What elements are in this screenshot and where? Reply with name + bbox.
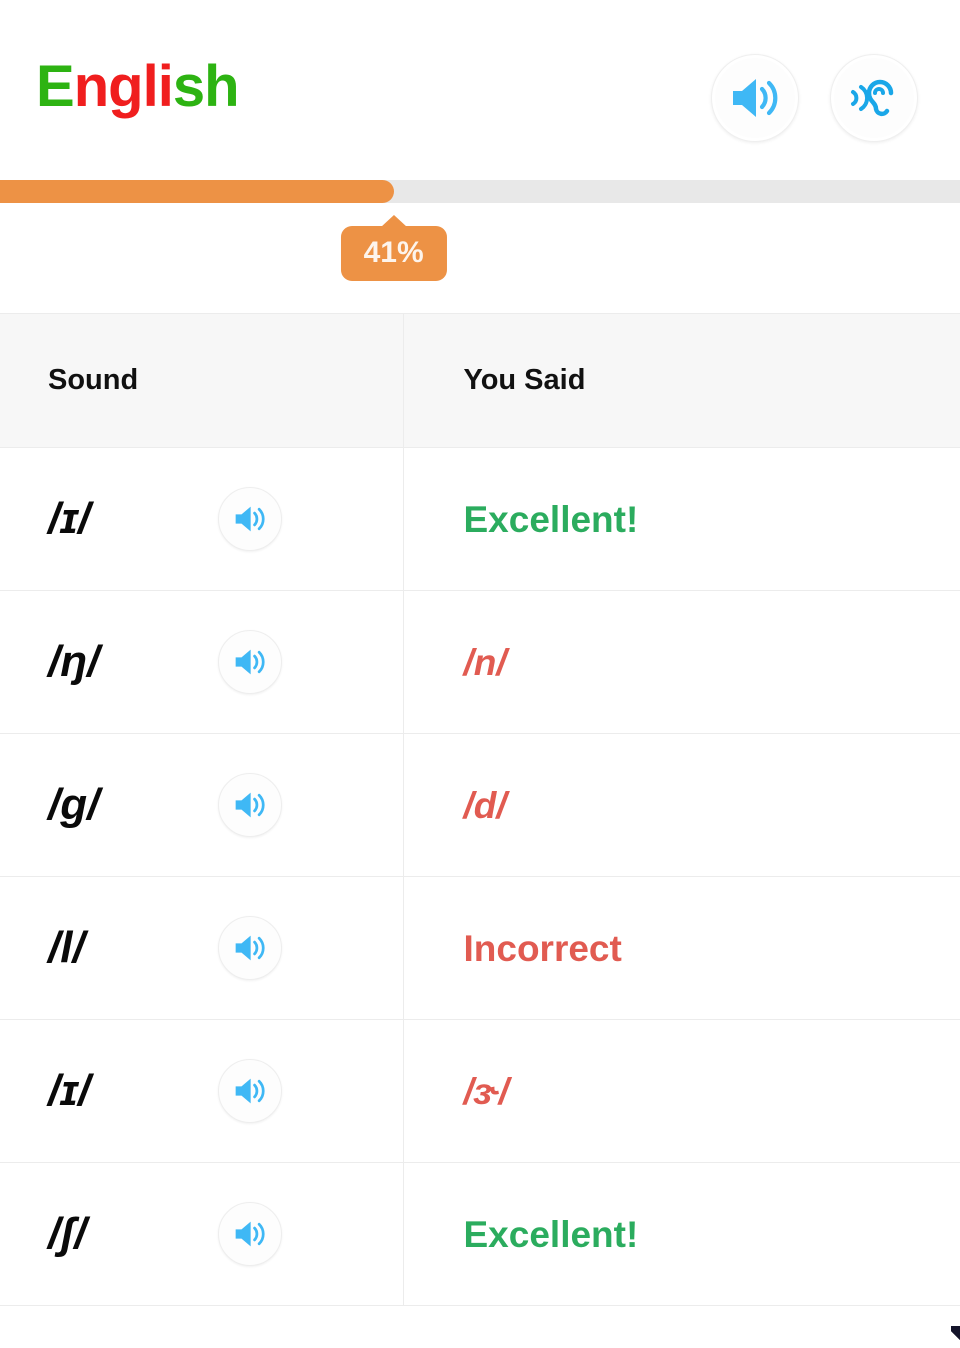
speaker-icon [233,504,267,534]
table-body: /ɪ/Excellent! /ŋ/ /n/ /g/ /d/ /l/Incorrect/ɪ/… [0,447,960,1306]
title-letter-6: h [204,54,239,119]
table-row: /ɪ/Excellent! [0,447,960,591]
title-letter-0: E [36,54,75,119]
cell-you-said: /d/ [403,733,960,877]
results-table: Sound You Said /ɪ/Excellent! /ŋ/ /n/ /g/ /d/… [0,313,960,1306]
cell-you-said: Excellent! [403,447,960,591]
you-said-result: Excellent! [463,498,639,540]
cell-sound: /ʃ/ [0,1162,404,1306]
speaker-icon [233,933,267,963]
sound-cell-inner: /ŋ/ [48,630,403,694]
sound-cell-inner: /l/ [48,916,403,980]
title-letter-5: s [172,54,205,119]
you-said-result: /ɝ/ [463,1070,509,1112]
cell-you-said: /n/ [403,590,960,734]
listen-button[interactable] [830,54,918,142]
cell-you-said: Excellent! [403,1162,960,1306]
progress-percent-badge: 41% [340,226,447,281]
sound-cell-inner: /g/ [48,773,403,837]
title-letter-3: l [142,54,159,119]
progress-track[interactable] [0,180,960,203]
cell-you-said: Incorrect [403,876,960,1020]
you-said-result: /d/ [463,784,507,826]
cell-sound: /g/ [0,733,404,877]
cell-you-said: /ɝ/ [403,1019,960,1163]
phoneme-label: /ɪ/ [48,494,91,543]
column-header-you-said: You Said [403,313,960,448]
play-sound-button[interactable] [218,630,282,694]
app-header: English [0,0,960,178]
cell-sound: /ɪ/ [0,447,404,591]
page-title: English [36,58,240,116]
title-letter-2: g [108,54,143,119]
speaker-icon [729,75,781,121]
cell-sound: /ŋ/ [0,590,404,734]
speaker-icon [233,647,267,677]
title-letter-4: i [157,54,174,119]
table-row: /ŋ/ /n/ [0,590,960,734]
play-sound-button[interactable] [218,916,282,980]
header-actions [711,54,918,142]
table-row: /g/ /d/ [0,733,960,877]
sound-cell-inner: /ɪ/ [48,487,403,551]
cell-sound: /ɪ/ [0,1019,404,1163]
sound-cell-inner: /ʃ/ [48,1202,403,1266]
speaker-icon [233,1219,267,1249]
you-said-result: Excellent! [463,1213,639,1255]
ear-listen-icon [847,75,901,121]
corner-artifact [951,1326,960,1348]
play-sound-button[interactable] [218,773,282,837]
progress-fill [0,180,394,203]
phoneme-label: /ŋ/ [48,637,100,686]
progress-section: 41% [0,178,960,313]
cell-sound: /l/ [0,876,404,1020]
column-header-sound: Sound [0,313,404,448]
speaker-button[interactable] [711,54,799,142]
phoneme-label: /ɪ/ [48,1066,91,1115]
speaker-icon [233,790,267,820]
play-sound-button[interactable] [218,487,282,551]
play-sound-button[interactable] [218,1059,282,1123]
speaker-icon [233,1076,267,1106]
play-sound-button[interactable] [218,1202,282,1266]
table-header: Sound You Said [0,313,960,448]
title-letter-1: n [73,54,109,119]
table-header-row: Sound You Said [0,313,960,448]
phoneme-label: /g/ [48,780,100,829]
you-said-result: Incorrect [463,927,622,969]
table-row: /ʃ/Excellent! [0,1162,960,1306]
you-said-result: /n/ [463,641,507,683]
sound-cell-inner: /ɪ/ [48,1059,403,1123]
phoneme-label: /ʃ/ [48,1209,87,1258]
table-row: /ɪ/ /ɝ/ [0,1019,960,1163]
table-row: /l/Incorrect [0,876,960,1020]
phoneme-label: /l/ [48,923,85,972]
